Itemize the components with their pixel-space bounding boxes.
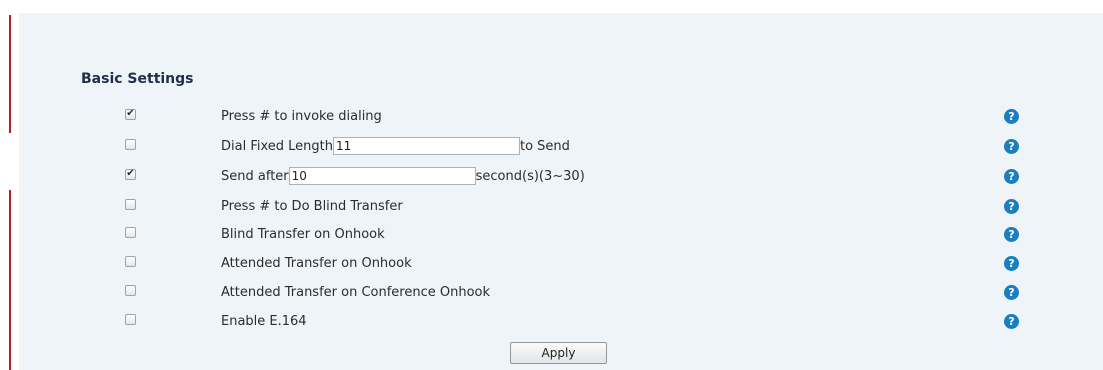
help-icon[interactable]: ? [1004, 256, 1019, 271]
setting-row-blind-transfer-hash: Press # to Do Blind Transfer ? [19, 195, 1103, 217]
help-icon[interactable]: ? [1004, 285, 1019, 300]
checkbox-enable-e164[interactable] [125, 314, 136, 325]
label-blind-transfer-hash: Press # to Do Blind Transfer [221, 198, 403, 214]
basic-settings-panel: Basic Settings ✔ Press # to invoke diali… [19, 13, 1103, 370]
label-seconds-range: second(s)(3~30) [475, 168, 585, 184]
help-icon[interactable]: ? [1004, 227, 1019, 242]
checkbox-send-after[interactable]: ✔ [125, 169, 136, 180]
checkbox-blind-transfer-onhook[interactable] [125, 227, 136, 238]
setting-row-send-after: ✔ Send after second(s)(3~30) ? [19, 165, 1103, 187]
checkbox-blind-transfer-hash[interactable] [125, 199, 136, 210]
screen: Basic Settings ✔ Press # to invoke diali… [0, 0, 1103, 370]
setting-row-blind-transfer-onhook: Blind Transfer on Onhook ? [19, 223, 1103, 245]
label-dial-fixed-length: Dial Fixed Length [221, 138, 333, 154]
setting-row-attended-transfer-onhook: Attended Transfer on Onhook ? [19, 252, 1103, 274]
help-icon[interactable]: ? [1004, 169, 1019, 184]
label-send-after: Send after [221, 168, 289, 184]
checkbox-attended-transfer-onhook[interactable] [125, 256, 136, 267]
checkbox-dial-fixed-length[interactable] [125, 139, 136, 150]
checkbox-press-hash-dialing[interactable]: ✔ [125, 109, 136, 120]
send-after-input[interactable] [288, 167, 476, 185]
help-icon[interactable]: ? [1004, 109, 1019, 124]
label-attended-transfer-conference: Attended Transfer on Conference Onhook [221, 284, 491, 300]
label-blind-transfer-onhook: Blind Transfer on Onhook [221, 226, 385, 242]
label-to-send: to Send [520, 138, 570, 154]
help-icon[interactable]: ? [1004, 314, 1019, 329]
help-icon[interactable]: ? [1004, 199, 1019, 214]
label-enable-e164: Enable E.164 [221, 313, 307, 329]
label-press-hash-dialing: Press # to invoke dialing [221, 108, 382, 124]
section-title: Basic Settings [81, 71, 194, 87]
setting-row-attended-transfer-conference: Attended Transfer on Conference Onhook ? [19, 281, 1103, 303]
setting-row-enable-e164: Enable E.164 ? [19, 310, 1103, 332]
checkbox-attended-transfer-conference[interactable] [125, 285, 136, 296]
help-icon[interactable]: ? [1004, 139, 1019, 154]
accent-border-bottom [9, 190, 11, 370]
setting-row-dial-fixed-length: Dial Fixed Length to Send ? [19, 135, 1103, 157]
apply-button[interactable]: Apply [510, 342, 607, 364]
checkmark-icon: ✔ [126, 168, 135, 179]
checkmark-icon: ✔ [126, 108, 135, 119]
dial-fixed-length-input[interactable] [333, 137, 520, 155]
accent-border-top [9, 15, 11, 133]
label-attended-transfer-onhook: Attended Transfer on Onhook [221, 255, 412, 271]
setting-row-press-hash-dialing: ✔ Press # to invoke dialing ? [19, 105, 1103, 127]
